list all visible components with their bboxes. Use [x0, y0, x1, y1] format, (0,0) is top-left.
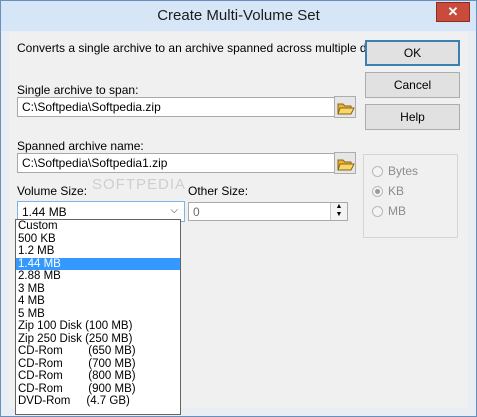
window-title: Create Multi-Volume Set [157, 7, 320, 24]
radio-mb-label: MB [388, 204, 406, 218]
dropdown-option[interactable]: DVD-Rom (4.7 GB) [16, 395, 180, 408]
radio-bytes-label: Bytes [388, 164, 419, 178]
title-bar[interactable]: Create Multi-Volume Set ✕ [1, 1, 476, 31]
source-archive-input[interactable]: C:\Softpedia\Softpedia.zip [17, 97, 335, 117]
dropdown-option[interactable]: 1.2 MB [16, 245, 180, 258]
other-size-input[interactable]: 0 ▲ ▼ [188, 202, 348, 221]
radio-indicator [372, 166, 383, 177]
folder-open-icon [337, 159, 355, 171]
dropdown-option[interactable]: 2.88 MB [16, 270, 180, 283]
other-size-label: Other Size: [188, 184, 249, 198]
volume-size-label: Volume Size: [17, 184, 88, 198]
dropdown-option[interactable]: 4 MB [16, 295, 180, 308]
close-button[interactable]: ✕ [436, 2, 470, 22]
dropdown-option[interactable]: Custom [16, 220, 180, 233]
dropdown-option[interactable]: Zip 250 Disk (250 MB) [16, 333, 180, 346]
spin-down-icon[interactable]: ▼ [331, 211, 347, 219]
chevron-down-icon: ⌵ [170, 205, 178, 216]
watermark-text: SOFTPEDIA [92, 176, 187, 193]
description-text: Converts a single archive to an archive … [17, 41, 391, 55]
radio-mb[interactable]: MB [372, 204, 406, 218]
spin-up-icon[interactable]: ▲ [331, 203, 347, 211]
volume-size-value: 1.44 MB [22, 205, 67, 219]
dropdown-option[interactable]: 500 KB [16, 233, 180, 246]
dropdown-option[interactable]: CD-Rom (650 MB) [16, 345, 180, 358]
volume-size-dropdown-list[interactable]: Custom 500 KB 1.2 MB 1.44 MB 2.88 MB 3 MB 4 MB… [15, 219, 181, 415]
radio-indicator [372, 206, 383, 217]
target-archive-input[interactable]: C:\Softpedia\Softpedia1.zip [17, 153, 335, 173]
unit-groupbox: Bytes KB MB [363, 154, 458, 238]
dropdown-option[interactable]: CD-Rom (800 MB) [16, 370, 180, 383]
ok-button[interactable]: OK [365, 40, 460, 66]
dropdown-option[interactable]: 5 MB [16, 308, 180, 321]
dropdown-option[interactable]: 3 MB [16, 283, 180, 296]
radio-bytes[interactable]: Bytes [372, 164, 418, 178]
browse-target-button[interactable] [334, 152, 356, 174]
help-button[interactable]: Help [365, 104, 460, 130]
dropdown-option[interactable]: Zip 100 Disk (100 MB) [16, 320, 180, 333]
browse-source-button[interactable] [334, 96, 356, 118]
radio-indicator-selected [372, 186, 383, 197]
dropdown-option[interactable]: CD-Rom (700 MB) [16, 358, 180, 371]
dropdown-option[interactable]: CD-Rom (900 MB) [16, 383, 180, 396]
radio-kb[interactable]: KB [372, 184, 404, 198]
dropdown-option[interactable]: 1.44 MB [16, 257, 180, 270]
spin-buttons[interactable]: ▲ ▼ [330, 203, 347, 220]
target-label: Spanned archive name: [17, 139, 144, 153]
source-label: Single archive to span: [17, 83, 139, 97]
cancel-button[interactable]: Cancel [365, 72, 460, 98]
folder-open-icon [337, 103, 355, 115]
radio-kb-label: KB [388, 184, 405, 198]
other-size-value: 0 [193, 205, 200, 219]
